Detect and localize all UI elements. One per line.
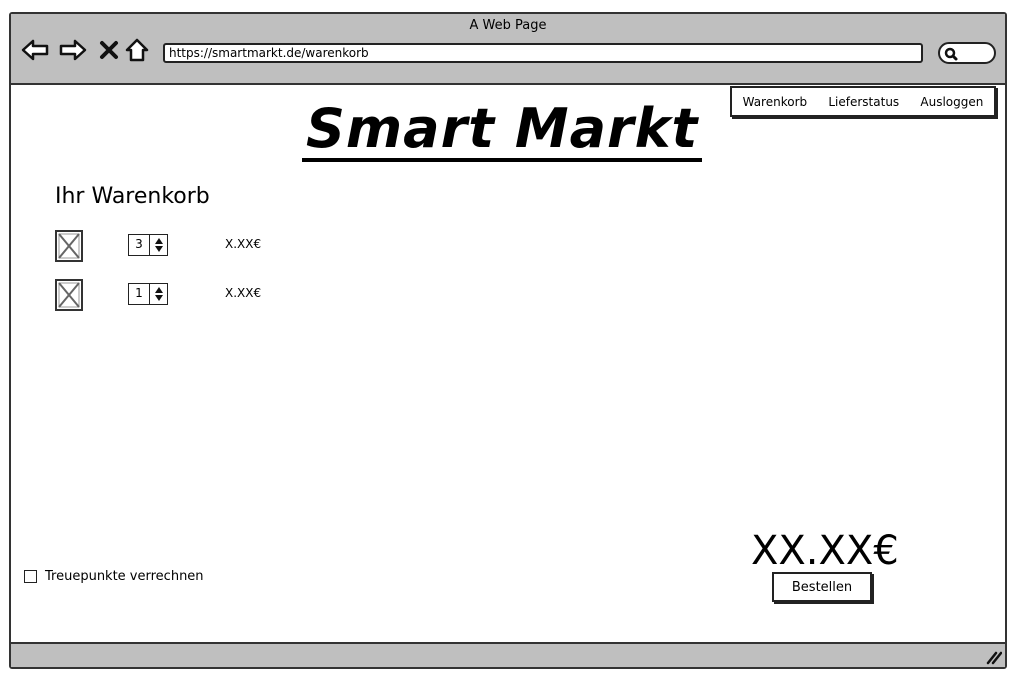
- search-button[interactable]: [938, 42, 996, 64]
- quantity-value: 3: [129, 235, 150, 255]
- url-bar[interactable]: https://smartmarkt.de/warenkorb: [163, 43, 923, 63]
- home-button[interactable]: [123, 36, 151, 64]
- window-title: A Web Page: [469, 18, 547, 33]
- home-icon: [125, 38, 149, 62]
- spinner-arrows-icon: [154, 287, 163, 301]
- browser-window: A Web Page https://smartmarkt.de/warenko…: [9, 12, 1007, 669]
- stop-button[interactable]: [95, 36, 123, 64]
- back-icon: [21, 39, 49, 61]
- cart-item: 3 X.XX€: [55, 230, 315, 262]
- back-button[interactable]: [21, 36, 49, 64]
- browser-chrome: A Web Page https://smartmarkt.de/warenko…: [11, 14, 1005, 85]
- item-price: X.XX€: [225, 286, 262, 300]
- close-icon: [100, 41, 118, 59]
- logo: Smart Markt: [302, 100, 703, 162]
- nav-item-lieferstatus[interactable]: Lieferstatus: [828, 95, 899, 109]
- forward-button[interactable]: [59, 36, 87, 64]
- loyalty-label: Treuepunkte verrechnen: [45, 569, 204, 584]
- item-price: X.XX€: [225, 237, 262, 251]
- placeholder-image-icon: [55, 230, 83, 262]
- quantity-value: 1: [129, 284, 150, 304]
- loyalty-checkbox[interactable]: [24, 570, 37, 583]
- forward-icon: [59, 39, 87, 61]
- search-icon: [944, 47, 958, 61]
- loyalty-points-option: Treuepunkte verrechnen: [24, 569, 204, 584]
- resize-grip-icon[interactable]: [984, 649, 1002, 665]
- nav-item-ausloggen[interactable]: Ausloggen: [920, 95, 983, 109]
- top-navigation: Warenkorb Lieferstatus Ausloggen: [730, 86, 996, 117]
- nav-item-warenkorb[interactable]: Warenkorb: [743, 95, 808, 109]
- quantity-stepper[interactable]: 1: [128, 283, 168, 305]
- cart-item: 1 X.XX€: [55, 279, 315, 311]
- page-title: Ihr Warenkorb: [55, 184, 210, 209]
- status-bar: [11, 642, 1005, 667]
- placeholder-image-icon: [55, 279, 83, 311]
- cart-total: XX.XX€: [751, 528, 899, 574]
- spinner-arrows-icon: [154, 238, 163, 252]
- order-button[interactable]: Bestellen: [772, 572, 872, 602]
- quantity-stepper[interactable]: 3: [128, 234, 168, 256]
